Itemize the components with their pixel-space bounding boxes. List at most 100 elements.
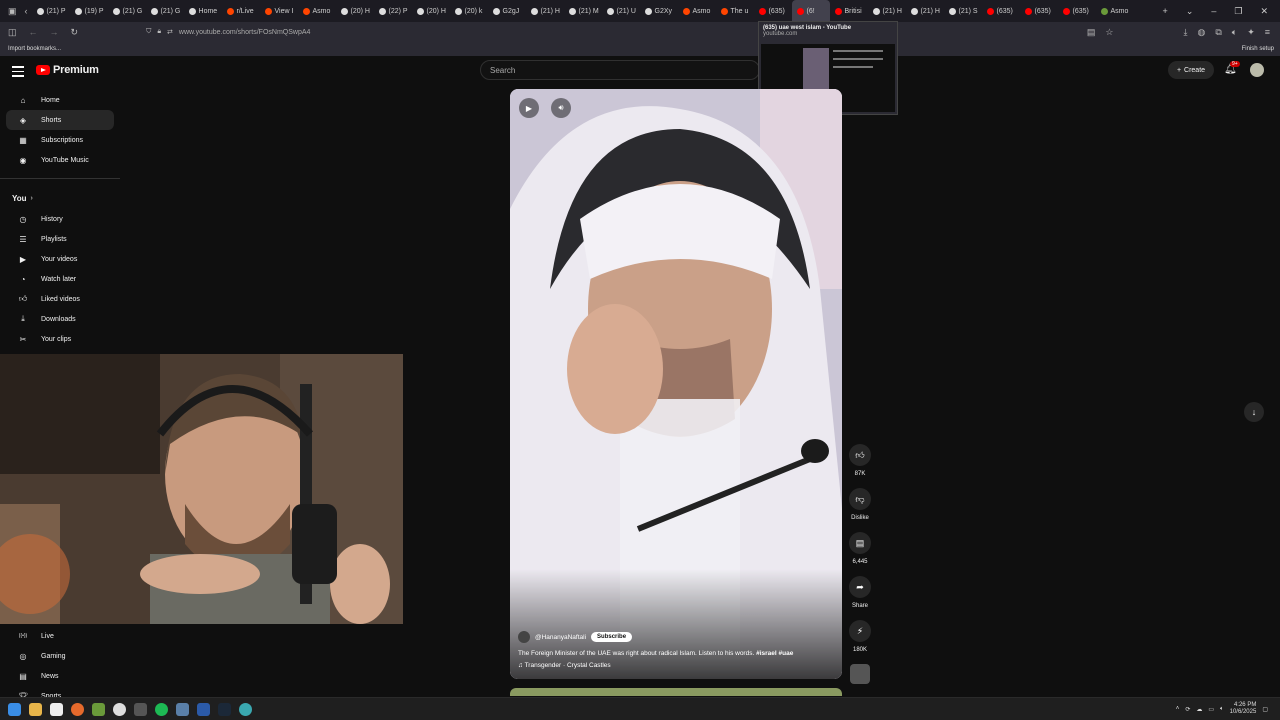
- word-icon[interactable]: [197, 702, 210, 716]
- browser-tab[interactable]: (20) H: [336, 0, 374, 22]
- sidebar-item-history[interactable]: ◷ History: [6, 209, 114, 229]
- download-icon[interactable]: ⤓: [1184, 27, 1188, 38]
- new-tab-icon[interactable]: +: [1163, 6, 1168, 17]
- reload-icon[interactable]: ↻: [71, 27, 79, 38]
- youtube-premium-logo[interactable]: Premium: [36, 64, 99, 76]
- sidebar-item-watch-later[interactable]: ◔ Watch later: [6, 269, 114, 289]
- next-short-button[interactable]: ↓: [1244, 402, 1264, 422]
- browser-tab[interactable]: Britisi: [830, 0, 868, 22]
- bookmark-star-icon[interactable]: ☆: [1105, 27, 1113, 38]
- sidebar-item-gaming[interactable]: ◎ Gaming: [6, 646, 114, 666]
- browser-tab[interactable]: (20) k: [450, 0, 488, 22]
- browser-tab[interactable]: (20) H: [412, 0, 450, 22]
- browser-tab[interactable]: (635): [982, 0, 1020, 22]
- browser-tab[interactable]: (22) P: [374, 0, 412, 22]
- import-bookmarks-link[interactable]: Import bookmarks...: [8, 46, 61, 52]
- mail-icon[interactable]: [176, 702, 189, 716]
- cloud-icon[interactable]: ☁: [1196, 706, 1202, 713]
- app-icon[interactable]: [134, 702, 147, 716]
- browser-tab[interactable]: Asmo: [678, 0, 716, 22]
- sidebar-item-playlists[interactable]: ☰ Playlists: [6, 229, 114, 249]
- network-icon[interactable]: ▭: [1208, 706, 1214, 713]
- app-icon[interactable]: [92, 702, 105, 716]
- sound-thumbnail[interactable]: [850, 664, 870, 684]
- browser-tab[interactable]: (21) H: [526, 0, 564, 22]
- sidebar-item-live[interactable]: ((•)) Live: [6, 626, 114, 646]
- volume-button[interactable]: 🔊︎: [551, 98, 571, 118]
- play-button[interactable]: ▶: [519, 98, 539, 118]
- browser-tab[interactable]: (21) G: [146, 0, 184, 22]
- music-credit[interactable]: ♫ Transgender · Crystal Castles: [518, 662, 818, 669]
- browser-tab[interactable]: G2Xy: [640, 0, 678, 22]
- browser-tab[interactable]: (635): [1020, 0, 1058, 22]
- browser-tab[interactable]: (21) S: [944, 0, 982, 22]
- sidebar-item-your-clips[interactable]: ✂ Your clips: [6, 329, 114, 349]
- browser-tab[interactable]: View I: [260, 0, 298, 22]
- sidebar-you-heading[interactable]: You ›: [0, 187, 120, 209]
- browser-tab[interactable]: The u: [716, 0, 754, 22]
- forward-icon[interactable]: →: [50, 27, 59, 38]
- like-button[interactable]: 👍︎: [849, 444, 871, 466]
- browser-tab[interactable]: (635): [1058, 0, 1096, 22]
- sidebar-item-downloads[interactable]: ⤓ Downloads: [6, 309, 114, 329]
- firefox-icon[interactable]: [71, 702, 84, 716]
- spotify-icon[interactable]: [155, 702, 168, 716]
- next-short-preview[interactable]: [510, 688, 842, 696]
- sidebar-item-shorts[interactable]: ◈ Shorts: [6, 110, 114, 130]
- volume-tray-icon[interactable]: 🔈︎: [1220, 706, 1224, 713]
- sync-icon[interactable]: ⟳: [1185, 706, 1190, 713]
- clock[interactable]: 4:26 PM 10/6/2025: [1230, 702, 1257, 716]
- browser-tab[interactable]: (21) H: [868, 0, 906, 22]
- browser-tab[interactable]: (21) P: [32, 0, 70, 22]
- tray-chevron-icon[interactable]: ˄: [1176, 706, 1180, 712]
- avatar[interactable]: [1250, 63, 1264, 77]
- tab-scroll-left-icon[interactable]: ‹: [25, 6, 28, 16]
- shorts-video-player[interactable]: ▶ 🔊︎ @HananyaNaftali Subscribe The Forei…: [510, 89, 842, 679]
- app-menu-icon[interactable]: ≡: [1265, 27, 1270, 38]
- sidebar-item-your-videos[interactable]: ▶ Your videos: [6, 249, 114, 269]
- sidebar-toggle-icon[interactable]: ▣: [8, 6, 17, 17]
- back-icon[interactable]: ←: [29, 27, 38, 38]
- sidebar-item-liked-videos[interactable]: 👍︎ Liked videos: [6, 289, 114, 309]
- remix-button[interactable]: ⚡︎: [849, 620, 871, 642]
- finish-setup-link[interactable]: Finish setup: [1242, 46, 1280, 52]
- browser-tab[interactable]: Asmo: [1096, 0, 1134, 22]
- comments-button[interactable]: ▤: [849, 532, 871, 554]
- browser-tab[interactable]: (21) H: [906, 0, 944, 22]
- notifications-button[interactable]: 🔔︎ 9+: [1224, 61, 1240, 75]
- sidebar-item-subscriptions[interactable]: ▦ Subscriptions: [6, 130, 114, 150]
- channel-avatar[interactable]: [518, 631, 530, 643]
- close-window-icon[interactable]: ✕: [1260, 6, 1268, 17]
- channel-name[interactable]: @HananyaNaftali: [535, 634, 586, 641]
- browser-tab[interactable]: (21) U: [602, 0, 640, 22]
- extensions-icon[interactable]: ⧉: [1215, 27, 1221, 38]
- app-icon[interactable]: [239, 702, 252, 716]
- chrome-icon[interactable]: [113, 702, 126, 716]
- browser-tab[interactable]: (21) M: [564, 0, 602, 22]
- hamburger-menu-icon[interactable]: [12, 66, 24, 77]
- browser-tab[interactable]: Asmo: [298, 0, 336, 22]
- browser-tab[interactable]: G2gJ: [488, 0, 526, 22]
- browser-tab[interactable]: (635): [754, 0, 792, 22]
- hashtags-link[interactable]: #israel #uae: [756, 650, 793, 657]
- audio-icon[interactable]: 🔈︎: [1232, 27, 1237, 38]
- minimize-icon[interactable]: –: [1211, 6, 1216, 17]
- extension-puzzle-icon[interactable]: ✦: [1247, 27, 1255, 38]
- start-icon[interactable]: [8, 702, 21, 716]
- tab-list-dropdown-icon[interactable]: ⌄: [1186, 6, 1194, 17]
- notification-center-icon[interactable]: ▢: [1262, 706, 1268, 713]
- browser-tab[interactable]: (21) G: [108, 0, 146, 22]
- sidebar-item-home[interactable]: ⌂ Home: [6, 90, 114, 110]
- search-input[interactable]: Search: [480, 60, 760, 80]
- steam-icon[interactable]: [218, 702, 231, 716]
- subscribe-button[interactable]: Subscribe: [591, 632, 633, 642]
- restore-icon[interactable]: ❐: [1234, 6, 1242, 17]
- sidebar-icon[interactable]: ◫: [8, 27, 17, 38]
- browser-tab[interactable]: (19) P: [70, 0, 108, 22]
- sidebar-item-youtube-music[interactable]: ◉ YouTube Music: [6, 150, 114, 170]
- sidebar-item-news[interactable]: ▤ News: [6, 666, 114, 686]
- reader-view-icon[interactable]: ▤: [1087, 27, 1096, 38]
- browser-tab[interactable]: r/Live: [222, 0, 260, 22]
- file-explorer-icon[interactable]: [29, 702, 42, 716]
- browser-tab[interactable]: Home: [184, 0, 222, 22]
